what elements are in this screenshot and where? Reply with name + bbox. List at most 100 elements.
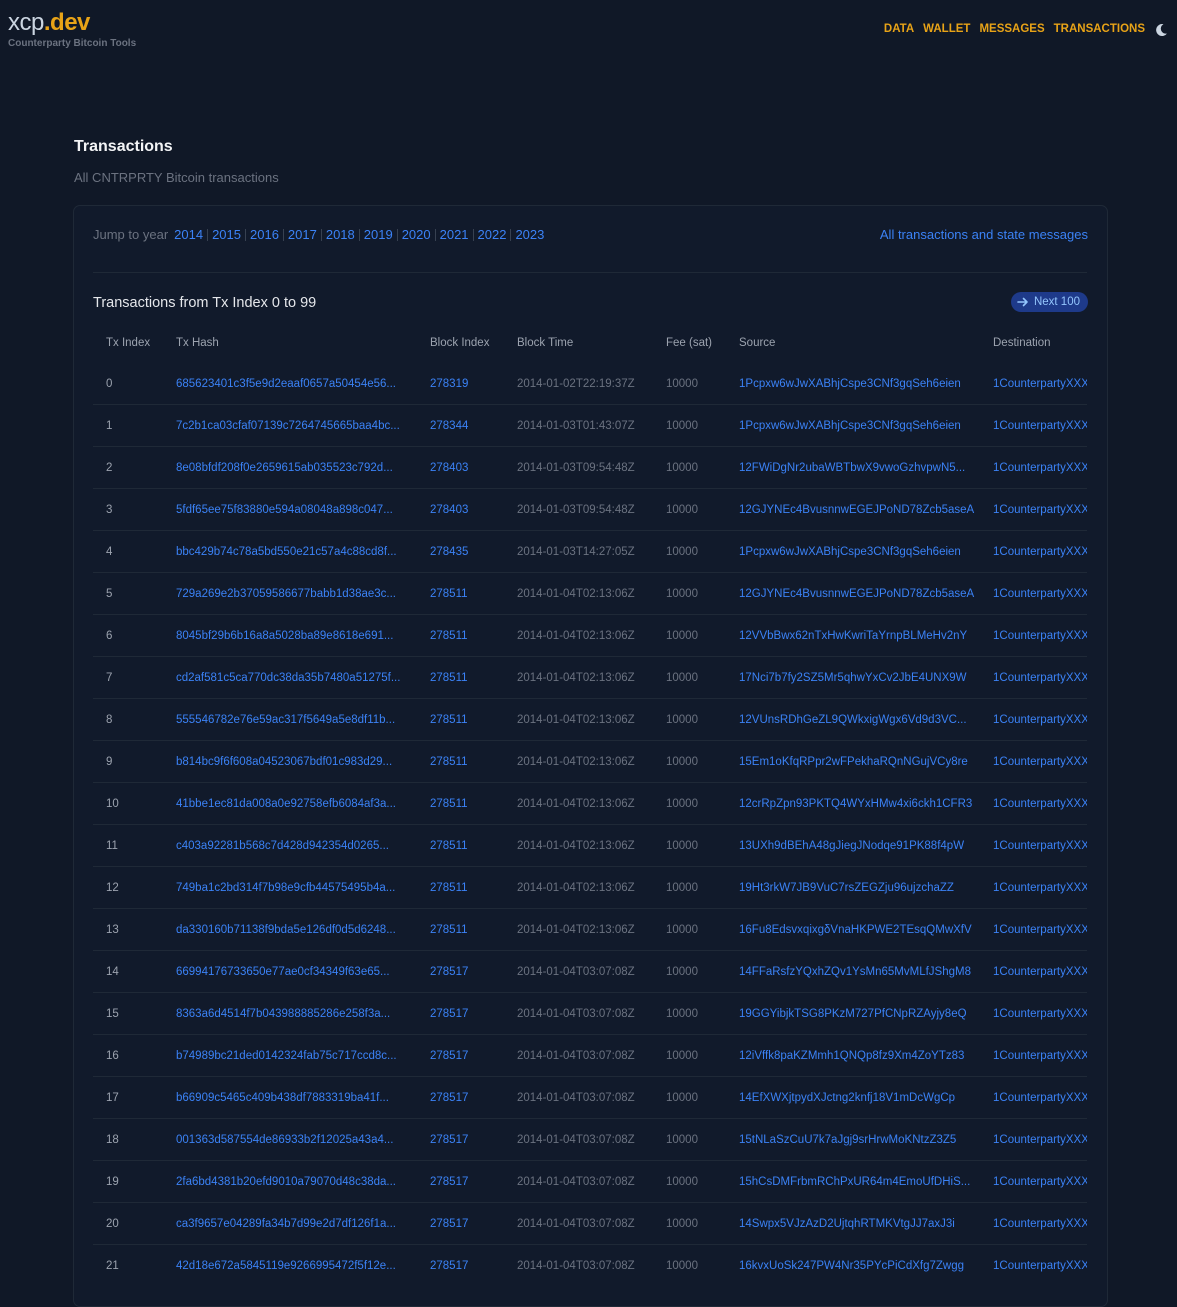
block-index-link[interactable]: 278517 xyxy=(430,1260,468,1272)
block-index-link[interactable]: 278517 xyxy=(430,1008,468,1020)
year-link[interactable]: 2014 xyxy=(174,227,203,242)
year-link[interactable]: 2017 xyxy=(288,227,317,242)
tx-hash-link[interactable]: bbc429b74c78a5bd550e21c57a4c88cd8f... xyxy=(176,546,397,558)
tx-hash-link[interactable]: c403a92281b568c7d428d942354d0265... xyxy=(176,840,389,852)
year-link[interactable]: 2018 xyxy=(326,227,355,242)
destination-address-link[interactable]: 1CounterpartyXXX xyxy=(993,1050,1087,1062)
source-address-link[interactable]: 13UXh9dBEhA48gJiegJNodqe91PK88f4pW xyxy=(739,840,964,852)
block-index-link[interactable]: 278517 xyxy=(430,966,468,978)
source-address-link[interactable]: 15Em1oKfqRPpr2wFPekhaRQnNGujVCy8re xyxy=(739,756,968,768)
block-index-link[interactable]: 278511 xyxy=(430,924,468,936)
year-link[interactable]: 2015 xyxy=(212,227,241,242)
tx-hash-link[interactable]: b74989bc21ded0142324fab75c717ccd8c... xyxy=(176,1050,397,1062)
block-index-link[interactable]: 278511 xyxy=(430,588,468,600)
source-address-link[interactable]: 16kvxUoSk247PW4Nr35PYcPiCdXfg7Zwgg xyxy=(739,1260,964,1272)
destination-address-link[interactable]: 1CounterpartyXXX xyxy=(993,1176,1087,1188)
tx-hash-link[interactable]: 8363a6d4514f7b043988885286e258f3a... xyxy=(176,1008,390,1020)
source-address-link[interactable]: 14EfXWXjtpydXJctng2knfj18V1mDcWgCp xyxy=(739,1092,955,1104)
year-link[interactable]: 2020 xyxy=(402,227,431,242)
tx-hash-link[interactable]: 001363d587554de86933b2f12025a43a4... xyxy=(176,1134,393,1146)
tx-hash-link[interactable]: 729a269e2b37059586677babb1d38ae3c... xyxy=(176,588,396,600)
tx-hash-link[interactable]: b814bc9f6f608a04523067bdf01c983d29... xyxy=(176,756,392,768)
source-address-link[interactable]: 15tNLaSzCuU7k7aJgj9srHrwMoKNtzZ3Z5 xyxy=(739,1134,956,1146)
year-link[interactable]: 2021 xyxy=(440,227,469,242)
tx-hash-link[interactable]: 5fdf65ee75f83880e594a08048a898c047... xyxy=(176,504,393,516)
destination-address-link[interactable]: 1CounterpartyXXX xyxy=(993,1260,1087,1272)
source-address-link[interactable]: 12FWiDgNr2ubaWBTbwX9vwoGzhvpwN5... xyxy=(739,462,965,474)
tx-hash-link[interactable]: 2fa6bd4381b20efd9010a79070d48c38da... xyxy=(176,1176,396,1188)
source-address-link[interactable]: 1Pcpxw6wJwXABhjCspe3CNf3gqSeh6eien xyxy=(739,546,961,558)
tx-hash-link[interactable]: 41bbe1ec81da008a0e92758efb6084af3a... xyxy=(176,798,396,810)
block-index-link[interactable]: 278511 xyxy=(430,798,468,810)
tx-hash-link[interactable]: 8045bf29b6b16a8a5028ba89e8618e691... xyxy=(176,630,393,642)
year-link[interactable]: 2022 xyxy=(478,227,507,242)
block-index-link[interactable]: 278511 xyxy=(430,882,468,894)
tx-hash-link[interactable]: 42d18e672a5845119e9266995472f5f12e... xyxy=(176,1260,396,1272)
nav-wallet[interactable]: WALLET xyxy=(923,23,970,35)
block-index-link[interactable]: 278517 xyxy=(430,1050,468,1062)
destination-address-link[interactable]: 1CounterpartyXXX xyxy=(993,672,1087,684)
block-index-link[interactable]: 278435 xyxy=(430,546,468,558)
destination-address-link[interactable]: 1CounterpartyXXX xyxy=(993,504,1087,516)
source-address-link[interactable]: 12iVffk8paKZMmh1QNQp8fz9Xm4ZoYTz83 xyxy=(739,1050,964,1062)
source-address-link[interactable]: 12VUnsRDhGeZL9QWkxigWgx6Vd9d3VC... xyxy=(739,714,967,726)
site-logo[interactable]: xcp.dev xyxy=(8,10,90,36)
source-address-link[interactable]: 17Nci7b7fy2SZ5Mr5qhwYxCv2JbE4UNX9W xyxy=(739,672,967,684)
tx-hash-link[interactable]: b66909c5465c409b438df7883319ba41f... xyxy=(176,1092,389,1104)
tx-hash-link[interactable]: 749ba1c2bd314f7b98e9cfb44575495b4a... xyxy=(176,882,395,894)
destination-address-link[interactable]: 1CounterpartyXXX xyxy=(993,378,1087,390)
block-index-link[interactable]: 278344 xyxy=(430,420,468,432)
source-address-link[interactable]: 1Pcpxw6wJwXABhjCspe3CNf3gqSeh6eien xyxy=(739,420,961,432)
source-address-link[interactable]: 12VVbBwx62nTxHwKwriTaYrnpBLMeHv2nY xyxy=(739,630,967,642)
source-address-link[interactable]: 12GJYNEc4BvusnnwEGEJPoND78Zcb5aseA xyxy=(739,504,974,516)
destination-address-link[interactable]: 1CounterpartyXXX xyxy=(993,420,1087,432)
block-index-link[interactable]: 278511 xyxy=(430,756,468,768)
destination-address-link[interactable]: 1CounterpartyXXX xyxy=(993,462,1087,474)
source-address-link[interactable]: 14Swpx5VJzAzD2UjtqhRTMKVtgJJ7axJ3i xyxy=(739,1218,955,1230)
destination-address-link[interactable]: 1CounterpartyXXX xyxy=(993,1134,1087,1146)
block-index-link[interactable]: 278511 xyxy=(430,840,468,852)
tx-hash-link[interactable]: 66994176733650e77ae0cf34349f63e65... xyxy=(176,966,390,978)
source-address-link[interactable]: 19Ht3rkW7JB9VuC7rsZEGZju96ujzchaZZ xyxy=(739,882,954,894)
tx-hash-link[interactable]: 555546782e76e59ac317f5649a5e8df11b... xyxy=(176,714,395,726)
destination-address-link[interactable]: 1CounterpartyXXX xyxy=(993,714,1087,726)
destination-address-link[interactable]: 1CounterpartyXXX xyxy=(993,840,1087,852)
destination-address-link[interactable]: 1CounterpartyXXX xyxy=(993,1092,1087,1104)
source-address-link[interactable]: 15hCsDMFrbmRChPxUR64m4EmoUfDHiS... xyxy=(739,1176,970,1188)
block-index-link[interactable]: 278511 xyxy=(430,672,468,684)
destination-address-link[interactable]: 1CounterpartyXXX xyxy=(993,630,1087,642)
tx-hash-link[interactable]: 7c2b1ca03cfaf07139c7264745665baa4bc... xyxy=(176,420,400,432)
block-index-link[interactable]: 278517 xyxy=(430,1134,468,1146)
year-link[interactable]: 2023 xyxy=(515,227,544,242)
year-link[interactable]: 2019 xyxy=(364,227,393,242)
year-link[interactable]: 2016 xyxy=(250,227,279,242)
nav-transactions[interactable]: TRANSACTIONS xyxy=(1054,23,1145,35)
destination-address-link[interactable]: 1CounterpartyXXX xyxy=(993,924,1087,936)
all-transactions-link[interactable]: All transactions and state messages xyxy=(880,227,1088,242)
nav-messages[interactable]: MESSAGES xyxy=(979,23,1044,35)
source-address-link[interactable]: 19GGYibjkTSG8PKzM727PfCNpRZAyjy8eQ xyxy=(739,1008,967,1020)
nav-data[interactable]: DATA xyxy=(884,23,914,35)
block-index-link[interactable]: 278511 xyxy=(430,630,468,642)
block-index-link[interactable]: 278511 xyxy=(430,714,468,726)
tx-hash-link[interactable]: cd2af581c5ca770dc38da35b7480a51275f... xyxy=(176,672,400,684)
moon-icon[interactable] xyxy=(1153,22,1169,38)
block-index-link[interactable]: 278403 xyxy=(430,462,468,474)
block-index-link[interactable]: 278319 xyxy=(430,378,468,390)
destination-address-link[interactable]: 1CounterpartyXXX xyxy=(993,1218,1087,1230)
destination-address-link[interactable]: 1CounterpartyXXX xyxy=(993,756,1087,768)
block-index-link[interactable]: 278517 xyxy=(430,1218,468,1230)
next-page-button[interactable]: Next 100 xyxy=(1010,292,1088,312)
destination-address-link[interactable]: 1CounterpartyXXX xyxy=(993,588,1087,600)
destination-address-link[interactable]: 1CounterpartyXXX xyxy=(993,1008,1087,1020)
tx-hash-link[interactable]: ca3f9657e04289fa34b7d99e2d7df126f1a... xyxy=(176,1218,396,1230)
tx-hash-link[interactable]: 685623401c3f5e9d2eaaf0657a50454e56... xyxy=(176,378,396,390)
tx-hash-link[interactable]: da330160b71138f9bda5e126df0d5d6248... xyxy=(176,924,396,936)
source-address-link[interactable]: 14FFaRsfzYQxhZQv1YsMn65MvMLfJShgM8 xyxy=(739,966,971,978)
block-index-link[interactable]: 278517 xyxy=(430,1092,468,1104)
tx-hash-link[interactable]: 8e08bfdf208f0e2659615ab035523c792d... xyxy=(176,462,393,474)
source-address-link[interactable]: 16Fu8EdsvxqixgδVnaHKPWE2TEsqQMwXfV xyxy=(739,924,972,936)
destination-address-link[interactable]: 1CounterpartyXXX xyxy=(993,546,1087,558)
destination-address-link[interactable]: 1CounterpartyXXX xyxy=(993,882,1087,894)
source-address-link[interactable]: 12crRpZpn93PKTQ4WYxHMw4xi6ckh1CFR3 xyxy=(739,798,972,810)
